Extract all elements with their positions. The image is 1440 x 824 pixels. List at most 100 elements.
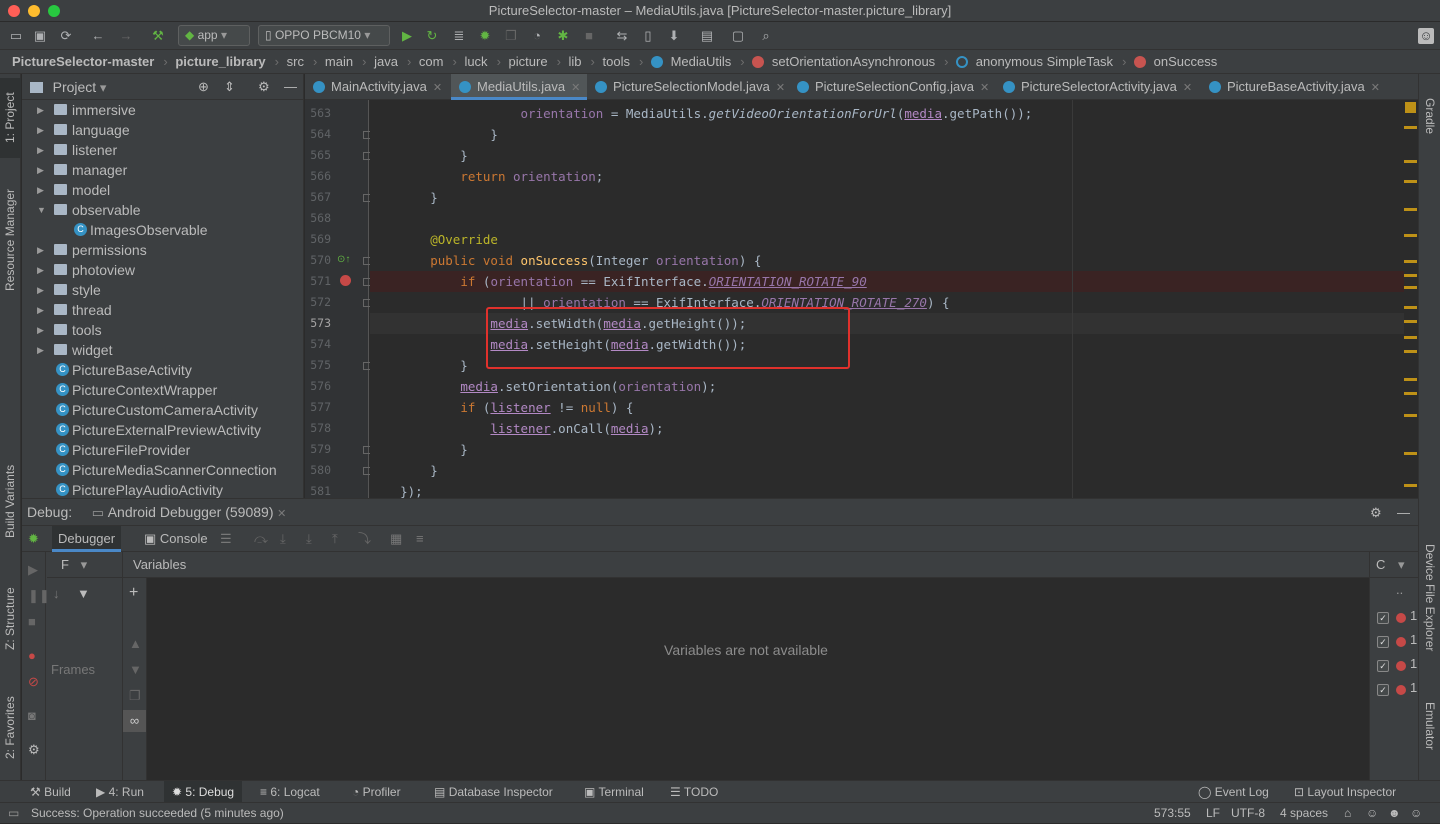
chevron-right-icon[interactable]: ▶ xyxy=(37,180,44,200)
stop-icon[interactable]: ■ xyxy=(28,614,36,629)
attach-debugger-icon[interactable]: ✱ xyxy=(555,28,571,44)
sync-icon[interactable]: ⟳ xyxy=(58,28,74,44)
warning-marker[interactable] xyxy=(1404,452,1417,455)
breadcrumb-item[interactable]: java xyxy=(374,54,398,69)
indent-setting[interactable]: 4 spaces xyxy=(1280,803,1328,824)
chevron-right-icon[interactable]: ▶ xyxy=(37,300,44,320)
tool-tab-favorites[interactable]: 2: Favorites xyxy=(0,680,21,775)
tree-item[interactable]: ▶ immersive xyxy=(22,100,303,120)
file-encoding[interactable]: UTF-8 xyxy=(1231,803,1265,824)
breadcrumb-item[interactable]: tools xyxy=(603,54,630,69)
breakpoint-checkbox[interactable]: ✓ xyxy=(1377,660,1389,672)
thread-select[interactable]: F xyxy=(61,557,69,572)
tree-item[interactable]: ▶ language xyxy=(22,120,303,140)
resume-icon[interactable]: ▶ xyxy=(28,562,38,578)
tree-item[interactable]: C PicturePlayAudioActivity xyxy=(22,480,303,500)
tree-item[interactable]: C PictureContextWrapper xyxy=(22,380,303,400)
profiler-icon[interactable]: ◔ xyxy=(529,28,545,44)
warning-marker[interactable] xyxy=(1404,180,1417,183)
warning-marker[interactable] xyxy=(1404,350,1417,353)
locate-icon[interactable]: ⊕ xyxy=(198,74,209,100)
breadcrumb-item[interactable]: picture xyxy=(509,54,548,69)
gradle-sync-icon[interactable]: ⇆ xyxy=(614,28,630,44)
chevron-down-icon[interactable]: ▾ xyxy=(81,557,88,572)
mute-breakpoints-icon[interactable]: ⊘ xyxy=(28,674,39,690)
breadcrumb-item[interactable]: MediaUtils xyxy=(671,54,732,69)
warning-marker[interactable] xyxy=(1404,484,1417,487)
tool-tab-project[interactable]: 1: Project xyxy=(0,78,21,158)
warning-marker[interactable] xyxy=(1404,320,1417,323)
tool-tab-profiler[interactable]: ◔ Profiler xyxy=(352,781,401,803)
debug-bug-icon[interactable]: ✹ xyxy=(477,28,493,44)
zoom-window-button[interactable] xyxy=(48,5,60,17)
line-separator[interactable]: LF xyxy=(1206,803,1220,824)
override-marker-icon[interactable]: ⊙↑ xyxy=(337,254,350,265)
chevron-right-icon[interactable]: ▶ xyxy=(37,280,44,300)
breadcrumb-item[interactable]: luck xyxy=(464,54,487,69)
tool-tab-structure[interactable]: Z: Structure xyxy=(0,574,21,664)
tool-tab-logcat[interactable]: ≡ 6: Logcat xyxy=(260,781,320,803)
tool-tab-event-log[interactable]: ◯ Event Log xyxy=(1198,781,1269,803)
down-arrow-icon[interactable]: ↓ xyxy=(53,586,60,601)
run-config-select[interactable]: ◆ app ▾ xyxy=(178,25,250,46)
step-over-icon[interactable]: ⤓ xyxy=(280,526,286,552)
chevron-right-icon[interactable]: ▶ xyxy=(37,140,44,160)
run-to-cursor-icon[interactable]: ⤵ xyxy=(358,526,371,552)
warning-marker[interactable] xyxy=(1404,274,1417,277)
breadcrumb-item[interactable]: src xyxy=(287,54,304,69)
breadcrumb-item[interactable]: main xyxy=(325,54,353,69)
chevron-right-icon[interactable]: ▶ xyxy=(37,260,44,280)
tool-tab-run[interactable]: ▶ 4: Run xyxy=(96,781,144,803)
hide-panel-icon[interactable]: — xyxy=(284,74,297,100)
breakpoint-checkbox[interactable]: ✓ xyxy=(1377,684,1389,696)
status-message[interactable]: Success: Operation succeeded (5 minutes … xyxy=(31,803,284,824)
warning-marker[interactable] xyxy=(1404,336,1417,339)
add-watch-icon[interactable]: + xyxy=(129,584,138,602)
tree-item[interactable]: ▶ thread xyxy=(22,300,303,320)
open-folder-icon[interactable]: ▭ xyxy=(8,28,24,44)
tree-item[interactable]: ▶ permissions xyxy=(22,240,303,260)
breadcrumb-item[interactable]: onSuccess xyxy=(1154,54,1218,69)
breakpoint-icon[interactable] xyxy=(340,275,351,286)
tab-picture-selector-activity[interactable]: PictureSelectorActivity.java ✕ xyxy=(995,74,1201,100)
breadcrumb-item[interactable]: lib xyxy=(569,54,582,69)
tab-main-activity[interactable]: MainActivity.java ✕ xyxy=(305,74,451,100)
tool-tab-emulator[interactable]: Emulator xyxy=(1419,702,1440,774)
tool-tab-gradle[interactable]: Gradle xyxy=(1419,98,1440,158)
warning-marker[interactable] xyxy=(1404,234,1417,237)
breadcrumb-item[interactable]: setOrientationAsynchronous xyxy=(772,54,935,69)
tool-tab-build-variants[interactable]: Build Variants xyxy=(0,454,21,549)
tab-console[interactable]: ▣ Console xyxy=(144,526,208,552)
close-icon[interactable]: ✕ xyxy=(1371,82,1380,94)
chevron-right-icon[interactable]: ▶ xyxy=(37,340,44,360)
breakpoint-checkbox[interactable]: ✓ xyxy=(1377,636,1389,648)
chevron-right-icon[interactable]: ▶ xyxy=(37,160,44,180)
chevron-down-icon[interactable]: ▼ xyxy=(37,200,46,220)
tree-item[interactable]: C PictureFileProvider xyxy=(22,440,303,460)
warning-marker[interactable] xyxy=(1404,378,1417,381)
tab-picture-selection-model[interactable]: PictureSelectionModel.java ✕ xyxy=(587,74,789,100)
tool-tab-debug[interactable]: ✹ 5: Debug xyxy=(164,781,243,803)
stop-icon[interactable]: ■ xyxy=(581,28,597,44)
forward-arrow-icon[interactable]: → xyxy=(118,28,134,44)
avd-manager-icon[interactable]: ▯ xyxy=(640,28,656,44)
apply-changes-icon[interactable]: ↻ xyxy=(424,28,440,44)
tree-item[interactable]: C ImagesObservable xyxy=(22,220,303,240)
tab-picture-selection-config[interactable]: PictureSelectionConfig.java ✕ xyxy=(789,74,995,100)
debug-session-tab[interactable]: ▭ Android Debugger (59089) ✕ xyxy=(92,504,287,520)
warning-marker[interactable] xyxy=(1404,286,1417,289)
gear-icon[interactable]: ⚙ xyxy=(1370,499,1382,526)
tree-item[interactable]: C PictureExternalPreviewActivity xyxy=(22,420,303,440)
tree-item[interactable]: C PictureBaseActivity xyxy=(22,360,303,380)
caret-position[interactable]: 573:55 xyxy=(1154,803,1191,824)
smiley-icon[interactable]: ☺ xyxy=(1366,803,1378,824)
device-select[interactable]: ▯ OPPO PBCM10 ▾ xyxy=(258,25,390,46)
face-icon[interactable]: ☻ xyxy=(1388,803,1401,824)
breakpoint-checkbox[interactable]: ✓ xyxy=(1377,612,1389,624)
warning-marker[interactable] xyxy=(1404,160,1417,163)
tool-tab-build[interactable]: ⚒ Build xyxy=(30,781,71,803)
run-icon[interactable]: ▶ xyxy=(399,28,415,44)
tool-tab-layout-inspector[interactable]: ⊡ Layout Inspector xyxy=(1294,781,1396,803)
warning-marker[interactable] xyxy=(1404,306,1417,309)
project-structure-icon[interactable]: ▤ xyxy=(699,28,715,44)
